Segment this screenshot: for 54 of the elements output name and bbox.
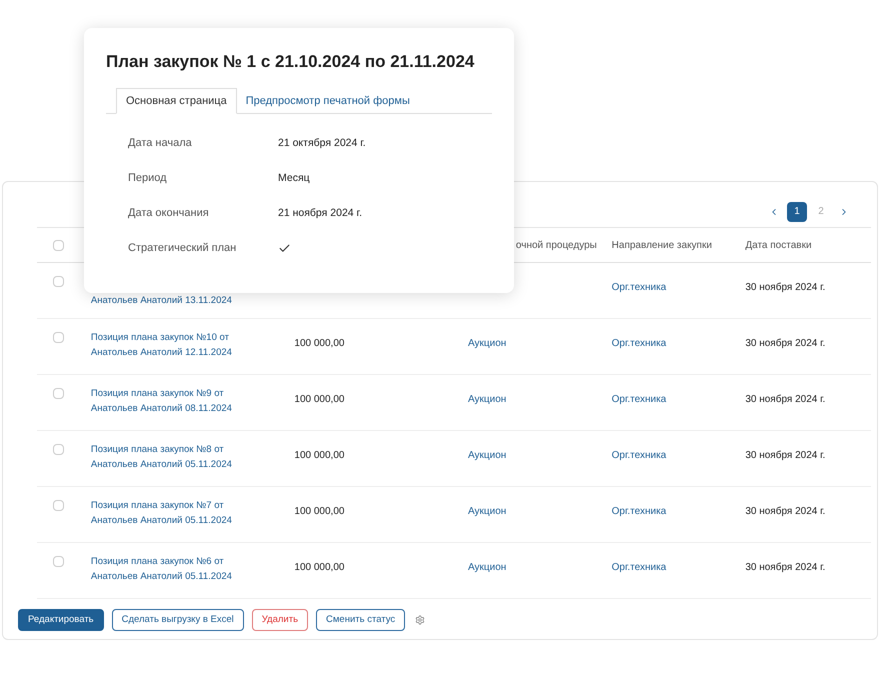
column-header: Дата поставки — [745, 240, 812, 250]
direction-link[interactable]: Орг.техника — [612, 282, 666, 293]
column-header: Направление закупки — [612, 240, 712, 250]
direction-link[interactable]: Орг.техника — [612, 450, 666, 461]
checkbox[interactable] — [53, 444, 64, 455]
checkbox[interactable] — [53, 332, 64, 343]
amount-text: 100 000,00 — [294, 338, 344, 349]
amount-text: 100 000,00 — [294, 394, 344, 405]
action-button[interactable]: Редактировать — [18, 609, 104, 631]
direction-link[interactable]: Орг.техника — [612, 394, 666, 405]
amount-text: 100 000,00 — [294, 506, 344, 517]
action-button[interactable]: Удалить — [252, 609, 308, 631]
procedure-link[interactable]: Аукцион — [468, 450, 506, 461]
checkbox[interactable] — [53, 388, 64, 399]
page-button[interactable]: 1 — [787, 202, 807, 222]
checkbox[interactable] — [53, 500, 64, 511]
field-label: Стратегический план — [128, 241, 238, 256]
procedure-link[interactable]: Аукцион — [468, 562, 506, 573]
direction-link[interactable]: Орг.техника — [612, 506, 666, 517]
popup-title: План закупок № 1 с 21.10.2024 по 21.11.2024 — [106, 51, 474, 73]
tab[interactable]: Основная страница — [116, 88, 237, 114]
position-link[interactable]: Анатольев Анатолий 13.11.2024 — [90, 293, 256, 308]
position-link[interactable]: Позиция плана закупок №10 от Анатольев Анатолий 12.11.2024 — [90, 330, 256, 360]
column-header: очной процедуры — [516, 240, 597, 250]
procedure-link[interactable]: Аукцион — [468, 506, 506, 517]
direction-link[interactable]: Орг.техника — [612, 338, 666, 349]
field-value: Месяц — [278, 170, 310, 186]
settings-icon[interactable] — [415, 615, 426, 625]
tab[interactable]: Предпросмотр печатной формы — [236, 88, 419, 114]
position-link[interactable]: Позиция плана закупок №7 от Анатольев Анатолий 05.11.2024 — [90, 498, 256, 528]
checkbox[interactable] — [53, 276, 64, 287]
procedure-link[interactable]: Аукцион — [468, 338, 506, 349]
field-value: 21 октября 2024 г. — [278, 136, 366, 151]
amount-text: 100 000,00 — [294, 562, 344, 573]
delivery-date-text: 30 ноября 2024 г. — [745, 282, 826, 293]
action-button[interactable]: Сменить статус — [316, 609, 406, 631]
position-link[interactable]: Позиция плана закупок №9 от Анатольев Анатолий 08.11.2024 — [90, 386, 256, 416]
field-label: Дата начала — [128, 136, 193, 152]
procedure-link[interactable]: Аукцион — [468, 394, 506, 405]
delivery-date-text: 30 ноября 2024 г. — [745, 506, 826, 517]
field-label: Период — [128, 171, 168, 186]
field-value: 21 ноября 2024 г. — [278, 206, 362, 221]
delivery-date-text: 30 ноября 2024 г. — [745, 562, 826, 573]
amount-text: 100 000,00 — [294, 450, 344, 461]
delivery-date-text: 30 ноября 2024 г. — [745, 338, 826, 349]
direction-link[interactable]: Орг.техника — [612, 562, 666, 573]
delivery-date-text: 30 ноября 2024 г. — [745, 450, 826, 461]
checkbox[interactable] — [53, 240, 64, 250]
action-button[interactable]: Сделать выгрузку в Excel — [112, 609, 244, 631]
field-label: Дата окончания — [128, 206, 210, 222]
checkbox[interactable] — [53, 556, 64, 567]
delivery-date-text: 30 ноября 2024 г. — [745, 394, 826, 405]
position-link[interactable]: Позиция плана закупок №8 от Анатольев Анатолий 05.11.2024 — [90, 442, 256, 472]
position-link[interactable]: Позиция плана закупок №6 от Анатольев Анатолий 05.11.2024 — [90, 554, 256, 584]
